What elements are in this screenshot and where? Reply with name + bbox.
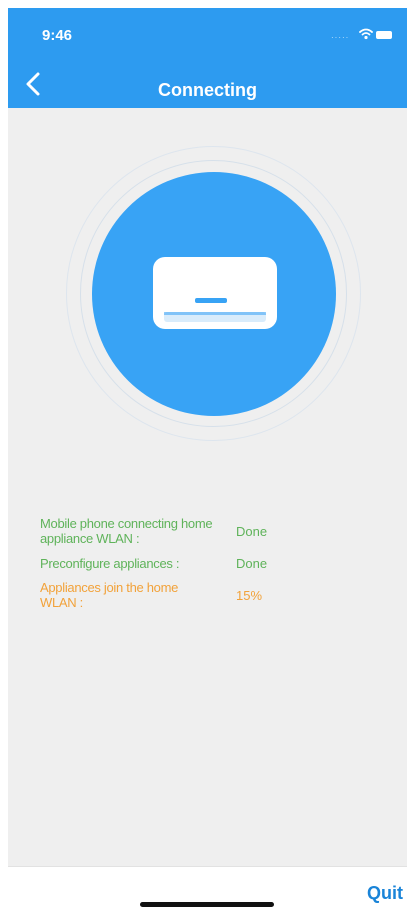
page-title: Connecting [158, 80, 257, 100]
status-icons: ····· [329, 28, 395, 42]
app-screen: 9:46 ····· Connecting Mobile phone conne… [0, 0, 415, 910]
step-label: Appliances join the home WLAN : [40, 580, 179, 610]
appliance-circle [92, 172, 336, 416]
step-label: Preconfigure appliances : [40, 556, 180, 571]
home-indicator [140, 902, 274, 907]
step-label: Mobile phone connecting home appliance W… [40, 516, 213, 546]
quit-button[interactable]: Quit [367, 883, 403, 904]
wifi-icon [359, 28, 373, 40]
progress-step: Appliances join the home WLAN : 15% [40, 580, 380, 620]
header-bar: 9:46 ····· Connecting [8, 8, 407, 108]
progress-step: Preconfigure appliances : Done [40, 556, 380, 580]
progress-list: Mobile phone connecting home appliance W… [40, 516, 380, 620]
signal-dots-icon: ····· [331, 33, 350, 42]
battery-icon [376, 31, 392, 39]
step-status: 15% [236, 588, 263, 603]
step-status: Done [236, 556, 268, 571]
air-conditioner-icon [153, 257, 277, 329]
step-status: Done [236, 524, 268, 539]
connection-panel: Mobile phone connecting home appliance W… [8, 108, 407, 867]
status-time: 9:46 [42, 27, 73, 44]
progress-step: Mobile phone connecting home appliance W… [40, 516, 380, 556]
